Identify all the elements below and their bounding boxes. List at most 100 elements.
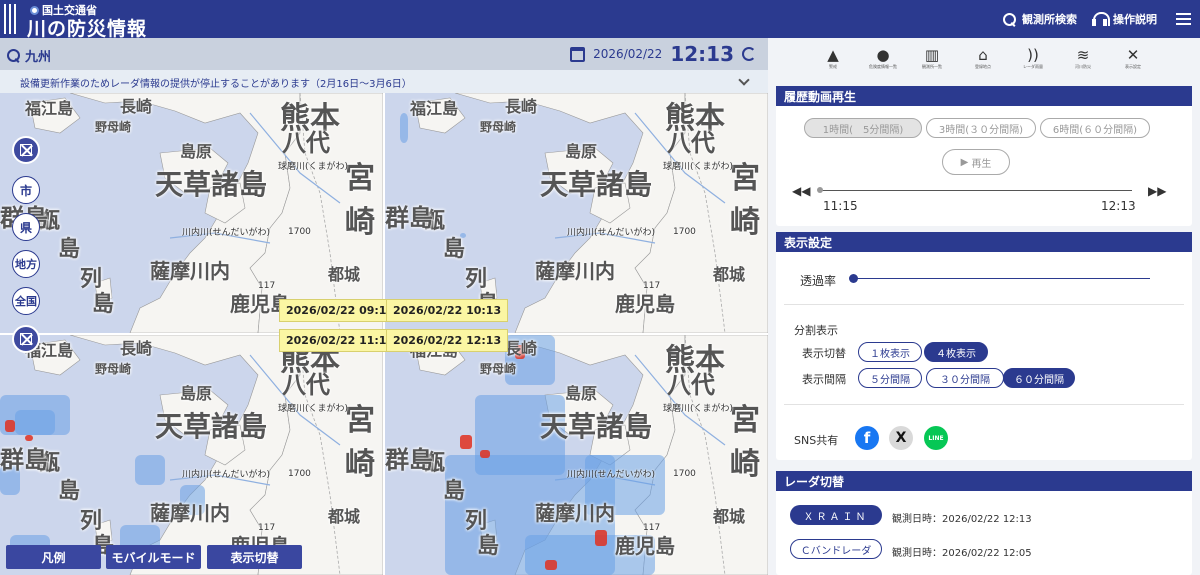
wrench-icon: ✕: [1126, 46, 1140, 64]
warning-button[interactable]: ▲ 警戒: [818, 46, 848, 70]
xrain-button[interactable]: ＸＲＡＩＮ: [790, 505, 882, 525]
sidebar: ▲ 警戒 ● 危険度情報一覧 ▥ 観測所一覧 ⌂ 登録地点 )) レーダ雨量 ≋ 河川防災 …: [768, 38, 1200, 575]
divider: [784, 304, 1184, 305]
map-label-satsumasendai: 薩摩川内: [535, 501, 615, 525]
registered-points-button[interactable]: ⌂ 登録地点: [968, 46, 998, 70]
four-panel-option[interactable]: ４枚表示: [924, 342, 988, 362]
play-icon: ▶: [960, 156, 972, 168]
brand-bars-icon: [4, 4, 16, 34]
map-label-road: 117: [643, 523, 661, 533]
nationwide-button[interactable]: 全国: [12, 287, 40, 315]
radar-rain-button[interactable]: )) レーダ雨量: [1018, 46, 1048, 70]
map-label-fukue: 福江島: [410, 99, 459, 118]
search-icon: [7, 49, 20, 62]
sns-label: SNS共有: [794, 434, 839, 447]
map-label-kumagawa: 球磨川(くまがわ): [278, 162, 349, 172]
interval-60min-option[interactable]: ６０分間隔: [1003, 368, 1075, 388]
close-layer-button[interactable]: [12, 136, 40, 164]
risk-list-button[interactable]: ● 危険度情報一覧: [868, 46, 898, 70]
display-switch-button[interactable]: 表示切替: [207, 545, 302, 569]
map-label-koshiki2: 島: [443, 478, 466, 504]
legend-button[interactable]: 凡例: [6, 545, 101, 569]
station-list-button[interactable]: ▥ 観測所一覧: [917, 46, 947, 70]
close-layer-button[interactable]: [12, 325, 40, 353]
station-search-button[interactable]: 観測所検索: [1003, 0, 1077, 38]
map-label-kumagawa: 球磨川(くまがわ): [663, 404, 734, 414]
region-bar: 九州 2026/02/22 12:13: [0, 38, 768, 70]
radar-title: レーダ切替: [776, 471, 1192, 491]
history-6h-option[interactable]: 6時間(６０分間隔): [1040, 118, 1150, 138]
menu-icon[interactable]: [1176, 13, 1191, 25]
map-label-koshiki2: 島: [58, 478, 81, 504]
facebook-icon[interactable]: f: [855, 426, 879, 450]
map-label-nagasaki: 長崎: [120, 339, 153, 358]
map-label-elev: 1700: [673, 227, 696, 237]
manual-button[interactable]: 操作説明: [1092, 0, 1157, 38]
home-icon: ⌂: [978, 46, 988, 64]
history-3h-option[interactable]: 3時間(３０分間隔): [926, 118, 1036, 138]
display-card: 表示設定 透過率 分割表示 表示切替 １枚表示 ４枚表示 表示間隔 ５分間隔 ３…: [776, 232, 1192, 460]
obs-date: 2026/02/22: [593, 47, 663, 61]
history-slider[interactable]: [820, 190, 1132, 191]
split-label: 分割表示: [794, 324, 838, 337]
line-icon[interactable]: LINE: [924, 426, 948, 450]
station-list-icon: ▥: [924, 46, 940, 64]
opacity-slider-knob[interactable]: [849, 274, 858, 283]
region-button[interactable]: 地方: [12, 250, 40, 278]
map-label-satsumasendai: 薩摩川内: [150, 259, 230, 283]
interval-30min-option[interactable]: ３０分間隔: [926, 368, 1004, 388]
forward-icon[interactable]: ▶▶: [1148, 184, 1166, 198]
cband-button[interactable]: Ｃバンドレーダ: [790, 539, 882, 559]
chevron-down-icon[interactable]: [738, 74, 750, 86]
play-button[interactable]: ▶ 再生: [942, 149, 1010, 175]
rewind-icon[interactable]: ◀◀: [792, 184, 810, 198]
map-label-satsumasendai: 薩摩川内: [535, 259, 615, 283]
xrain-time: 観測日時：2026/02/22 12:13: [892, 514, 1032, 525]
map-label-amakusa: 天草諸島: [540, 410, 653, 443]
map-panel[interactable]: 熊本天草諸島宮崎鹿児島薩摩川内長崎島原八代都城福江島野母崎甑島列島群島球磨川(く…: [0, 93, 383, 333]
settings-button[interactable]: ✕ 表示設定: [1118, 46, 1148, 70]
map-label-elev: 1700: [673, 469, 696, 479]
map-label-kumagawa: 球磨川(くまがわ): [278, 404, 349, 414]
map-label-yatsushiro: 八代: [282, 370, 330, 399]
opacity-slider[interactable]: [856, 278, 1150, 279]
mobile-mode-button[interactable]: モバイルモード: [106, 545, 201, 569]
heavy-rain-cell: [480, 450, 490, 458]
river-disaster-button[interactable]: ≋ 河川防災: [1068, 46, 1098, 70]
map-label-koshiki2: 島: [443, 236, 466, 262]
map-label-nagasaki: 長崎: [505, 339, 538, 358]
map-panel[interactable]: 熊本天草諸島宮崎鹿児島薩摩川内長崎島原八代都城福江島野母崎甑島列島群島球磨川(く…: [0, 335, 383, 575]
heavy-rain-cell: [460, 435, 472, 449]
map-label-sendaigawa: 川内川(せんだいがわ): [182, 470, 271, 480]
history-slider-knob[interactable]: [817, 187, 823, 193]
x-icon[interactable]: X: [889, 426, 913, 450]
panel-timestamp: 2026/02/22 11:13: [279, 329, 402, 352]
rain-cell: [135, 455, 165, 485]
interval-label: 表示間隔: [802, 373, 846, 386]
function-icon-bar: ▲ 警戒 ● 危険度情報一覧 ▥ 観測所一覧 ⌂ 登録地点 )) レーダ雨量 ≋ 河川防災 …: [768, 38, 1200, 82]
map-label-gun: 群島: [0, 445, 48, 474]
map-label-nagasaki: 長崎: [505, 97, 538, 116]
map-panel[interactable]: 熊本天草諸島宮崎鹿児島薩摩川内長崎島原八代都城福江島野母崎甑島列島群島球磨川(く…: [385, 93, 768, 333]
city-button[interactable]: 市: [12, 176, 40, 204]
region-search[interactable]: 九州: [7, 46, 51, 65]
map-label-kagoshima: 鹿児島: [615, 292, 675, 316]
notice-banner[interactable]: 設備更新作業のためレーダ情報の提供が停止することがあります（2月16日～3月6日…: [0, 70, 768, 93]
one-panel-option[interactable]: １枚表示: [858, 342, 922, 362]
panel-timestamp: 2026/02/22 10:13: [386, 299, 509, 322]
radar-card: レーダ切替 ＸＲＡＩＮ 観測日時：2026/02/22 12:13 Ｃバンドレー…: [776, 471, 1192, 575]
map-label-amakusa: 天草諸島: [155, 410, 268, 443]
history-1h-option[interactable]: 1時間( 5分間隔): [804, 118, 922, 138]
map-label-miyazaki: 宮崎: [345, 403, 375, 482]
map-panel[interactable]: 熊本天草諸島宮崎鹿児島薩摩川内長崎島原八代都城福江島野母崎甑島列島群島球磨川(く…: [385, 335, 768, 575]
map-label-miyazaki: 宮崎: [345, 161, 375, 240]
calendar-icon[interactable]: [570, 46, 586, 62]
radar-map[interactable]: 熊本天草諸島宮崎鹿児島薩摩川内長崎島原八代都城福江島野母崎甑島列島群島球磨川(く…: [0, 93, 768, 575]
divider: [784, 404, 1184, 405]
app-title[interactable]: 川の防災情報: [27, 14, 147, 41]
map-label-nomozaki: 野母崎: [480, 120, 517, 134]
map-label-gun: 群島: [385, 445, 433, 474]
prefecture-button[interactable]: 県: [12, 213, 40, 241]
interval-5min-option[interactable]: ５分間隔: [858, 368, 922, 388]
refresh-icon[interactable]: [742, 47, 756, 61]
